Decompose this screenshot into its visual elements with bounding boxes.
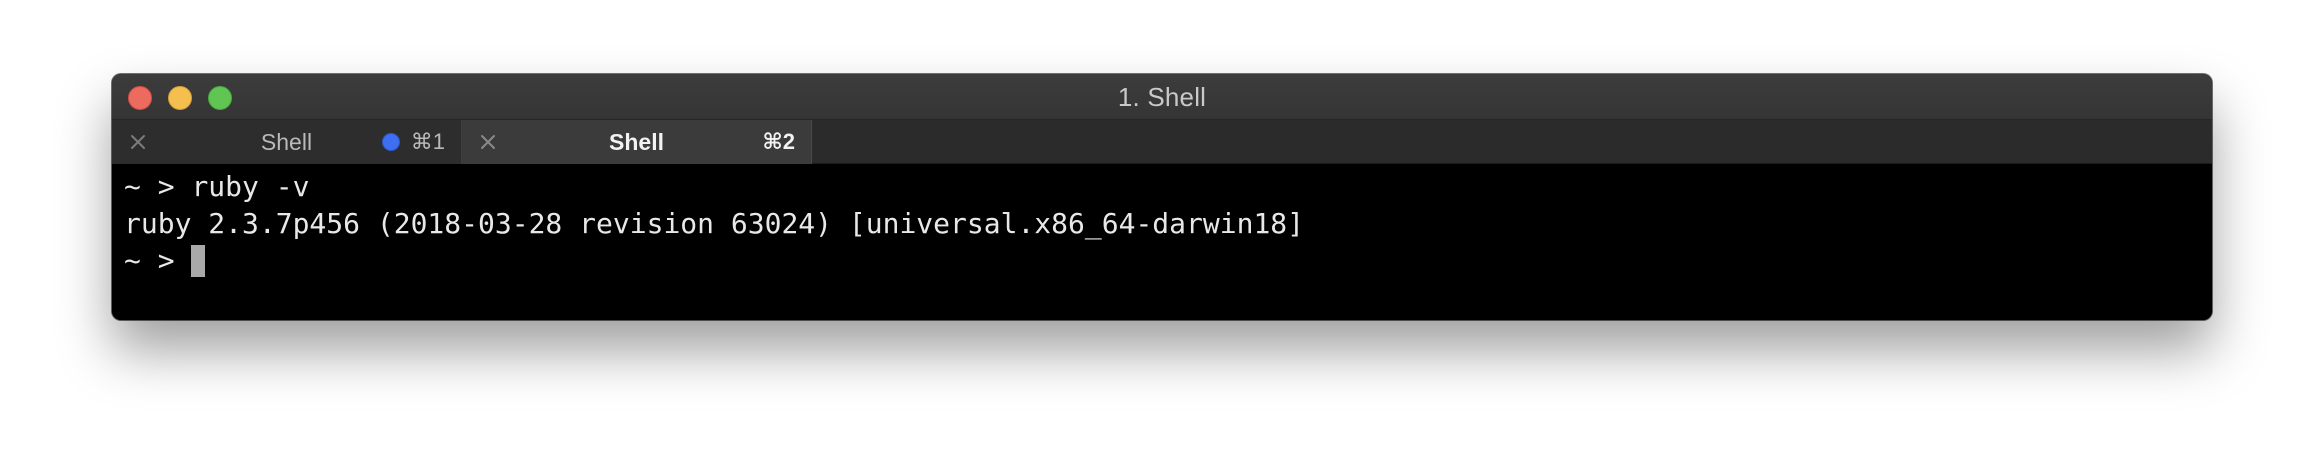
activity-indicator-icon: [382, 133, 400, 151]
tab-label: Shell: [260, 129, 313, 155]
tab-label: Shell: [609, 129, 664, 155]
shell-prompt: ~ >: [124, 244, 192, 277]
tab-shortcut: ⌘1: [410, 129, 445, 154]
window-title: 1. Shell: [1117, 82, 1207, 112]
terminal-output[interactable]: ~ > ruby -v ruby 2.3.7p456 (2018-03-28 r…: [112, 164, 2212, 320]
terminal-line: ~ >: [124, 242, 2200, 279]
terminal-line: ~ > ruby -v: [124, 168, 2200, 205]
tab-shell-1[interactable]: Shell ⌘1: [112, 120, 462, 164]
desktop-background: 1. Shell Shell ⌘1 Shell ⌘2 ~ > ruby -v r…: [0, 0, 2324, 468]
tab-shortcut: ⌘2: [762, 129, 795, 154]
terminal-window: 1. Shell Shell ⌘1 Shell ⌘2 ~ > ruby -v r…: [112, 74, 2212, 320]
tab-shell-2[interactable]: Shell ⌘2: [462, 120, 812, 164]
command-text: ruby -v: [191, 170, 310, 203]
tab-bar: Shell ⌘1 Shell ⌘2: [112, 120, 2212, 164]
output-text: ruby 2.3.7p456 (2018-03-28 revision 6302…: [124, 207, 1305, 240]
title-bar[interactable]: 1. Shell: [112, 74, 2212, 120]
shell-prompt: ~ >: [124, 170, 192, 203]
terminal-line: ruby 2.3.7p456 (2018-03-28 revision 6302…: [124, 205, 2200, 242]
cursor-icon: [191, 245, 206, 277]
